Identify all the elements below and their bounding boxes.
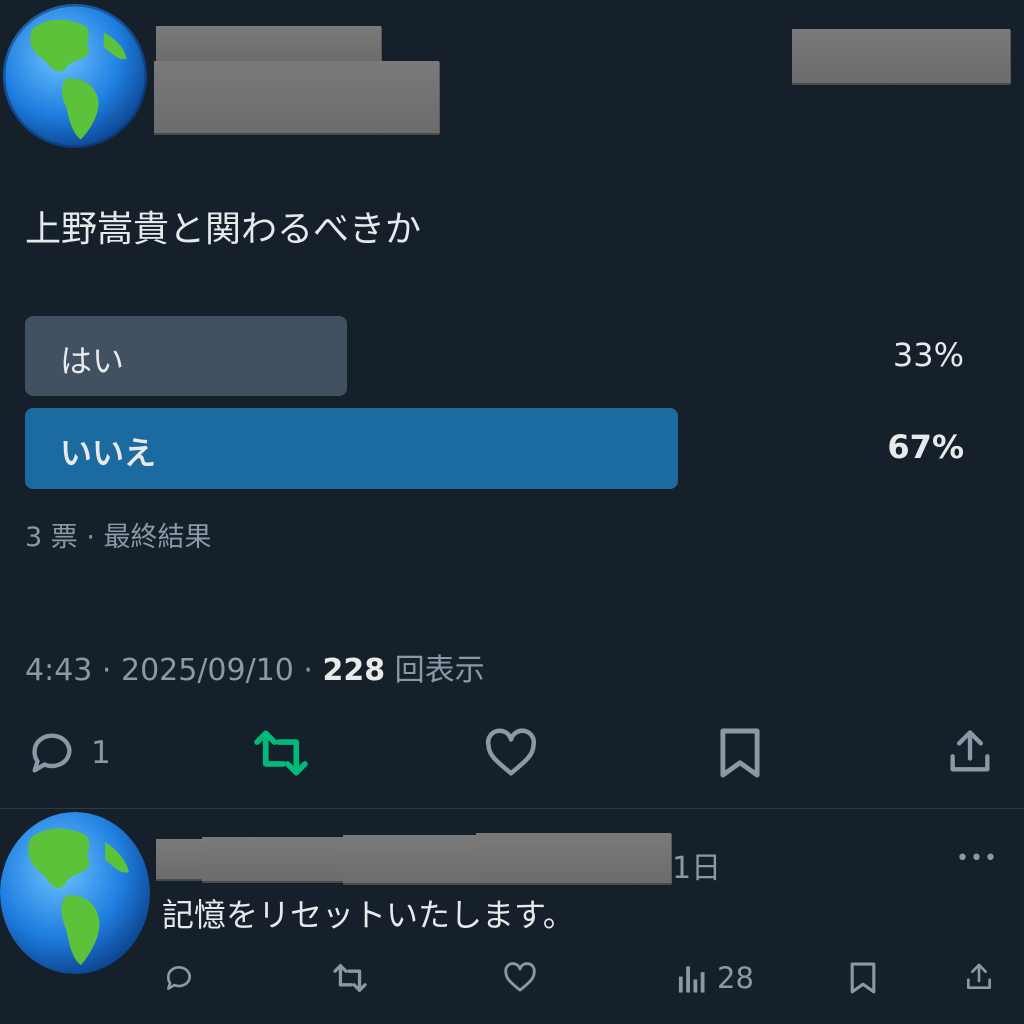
reply-avatar[interactable] — [0, 812, 150, 974]
like-button[interactable] — [484, 728, 538, 778]
reply-share-button[interactable] — [963, 961, 995, 993]
reply-views-button[interactable]: 28 — [677, 961, 754, 995]
more-options-button[interactable]: ••• — [956, 846, 998, 871]
post-meta: 4:43 · 2025/09/10 · 228 回表示 — [25, 645, 485, 689]
reply-button[interactable]: 1 — [25, 727, 111, 779]
retweet-icon — [254, 730, 308, 776]
post-divider — [0, 808, 1024, 809]
bookmark-button[interactable] — [718, 726, 762, 780]
reply-timestamp[interactable]: 1日 — [672, 843, 721, 887]
author-avatar[interactable] — [3, 4, 147, 148]
poll-summary: 3 票 · 最終結果 — [25, 522, 212, 553]
heart-icon — [485, 728, 537, 776]
bookmark-icon — [850, 962, 876, 994]
reply-reply-button[interactable] — [163, 962, 195, 994]
speech-bubble-icon — [32, 733, 72, 773]
redacted-reply-name-3 — [343, 835, 483, 883]
reply-retweet-button[interactable] — [332, 963, 368, 993]
poll-option-percent-0: 33% — [892, 336, 964, 374]
reply-bookmark-button[interactable] — [849, 961, 877, 995]
redacted-handle — [154, 61, 439, 133]
redacted-reply-handle — [476, 833, 671, 883]
redacted-follow-button — [792, 29, 1010, 83]
share-icon — [950, 730, 990, 772]
speech-bubble-icon — [166, 966, 191, 990]
poll-option-label-0: はい — [60, 342, 125, 380]
bar-chart-icon — [678, 966, 705, 993]
post-text: 上野嵩貴と関わるべきか — [25, 209, 422, 250]
view-count-label: 回表示 — [385, 653, 485, 688]
reply-count: 1 — [91, 735, 111, 771]
poll-option-percent-1: 67% — [887, 428, 964, 466]
redacted-reply-name-2 — [202, 837, 348, 881]
redacted-display-name — [156, 26, 381, 62]
reply-view-count: 28 — [717, 961, 754, 995]
share-icon — [967, 963, 991, 989]
earth-americas-icon — [3, 4, 147, 148]
heart-icon — [504, 962, 536, 992]
share-button[interactable] — [944, 726, 996, 778]
reply-text: 記憶をリセットいたします。 — [162, 896, 575, 934]
earth-americas-icon — [0, 812, 150, 974]
retweet-button[interactable] — [252, 729, 310, 777]
view-count: 228 — [322, 653, 386, 688]
post-timestamp[interactable]: 4:43 · 2025/09/10 · — [25, 653, 323, 688]
redacted-reply-name-1 — [156, 839, 206, 879]
retweet-icon — [333, 964, 367, 992]
poll-option-label-1: いいえ — [60, 434, 157, 472]
bookmark-icon — [720, 728, 760, 778]
reply-like-button[interactable] — [503, 962, 537, 993]
